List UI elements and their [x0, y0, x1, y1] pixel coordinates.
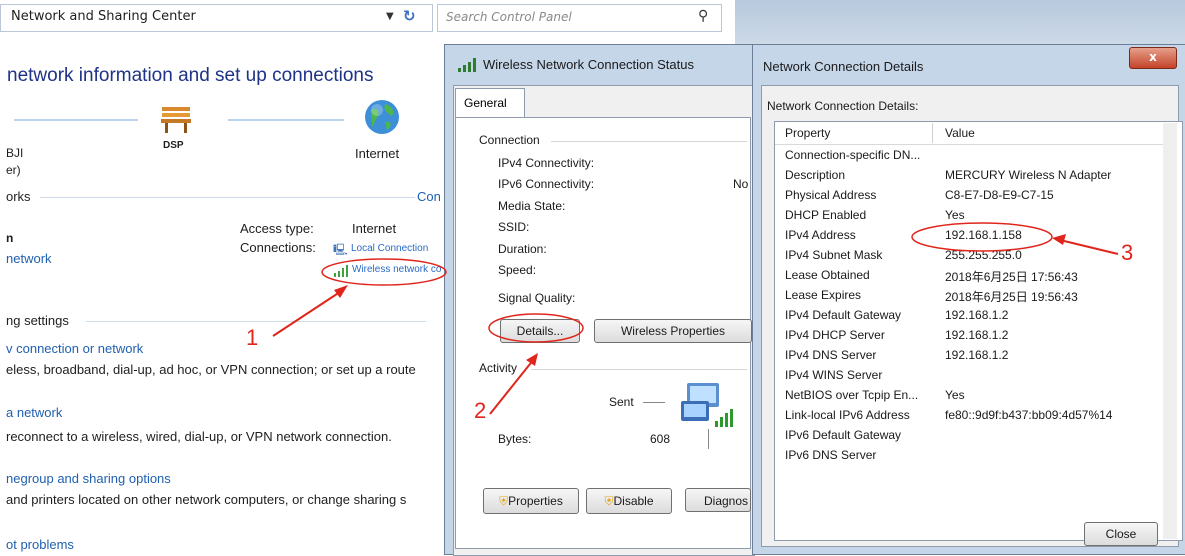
arrow-line [1059, 239, 1119, 255]
arrow-line [489, 358, 535, 415]
annotation-layer [272, 222, 1119, 415]
highlight-ellipse [488, 313, 584, 343]
arrow-head-icon [526, 353, 538, 366]
annotation-number: 3 [1121, 240, 1134, 265]
arrow-line [272, 289, 344, 337]
arrow-head-icon [334, 285, 348, 298]
highlight-ellipse [321, 258, 447, 286]
highlight-ellipse [911, 222, 1053, 252]
annotation-number: 2 [474, 398, 487, 423]
annotation-number: 1 [246, 325, 259, 350]
arrow-head-icon [1052, 234, 1066, 245]
